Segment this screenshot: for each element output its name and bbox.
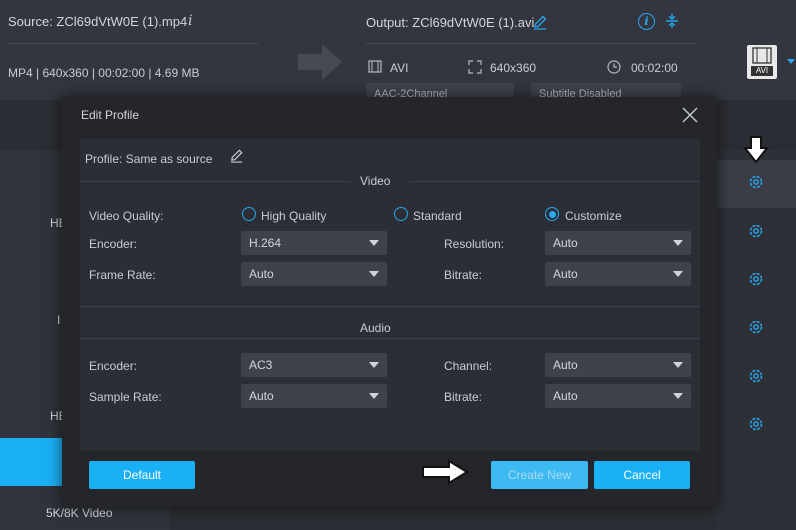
chevron-down-icon <box>673 240 683 246</box>
gear-icon[interactable] <box>747 270 765 288</box>
audio-section-title: Audio <box>360 321 391 335</box>
output-format-button[interactable]: AVI <box>747 45 777 79</box>
audio-encoder-label: Encoder: <box>89 359 138 373</box>
resolution-select[interactable]: Auto <box>545 231 691 255</box>
section-divider <box>80 306 700 307</box>
category-label[interactable]: 5K/8K Video <box>46 506 113 520</box>
dialog-title: Edit Profile <box>81 108 140 122</box>
gear-icon[interactable] <box>747 173 765 191</box>
audio-bitrate-select[interactable]: Auto <box>545 384 691 408</box>
arrow-right-icon <box>422 459 469 485</box>
chevron-down-icon <box>369 393 379 399</box>
frame-rate-select[interactable]: Auto <box>241 262 387 286</box>
chevron-down-icon <box>673 393 683 399</box>
sample-rate-value: Auto <box>249 389 274 403</box>
chevron-down-icon <box>369 240 379 246</box>
gear-icon[interactable] <box>747 318 765 336</box>
gear-icon[interactable] <box>747 367 765 385</box>
audio-bitrate-label: Bitrate: <box>444 390 483 404</box>
audio-encoder-select[interactable]: AC3 <box>241 353 387 377</box>
selected-category-highlight[interactable] <box>0 438 62 486</box>
audio-divider <box>80 338 700 339</box>
default-button[interactable]: Default <box>89 461 195 489</box>
info-icon[interactable]: i <box>188 13 192 29</box>
output-resolution: 640x360 <box>490 61 537 75</box>
resolution-label: Resolution: <box>444 237 505 251</box>
film-icon <box>368 60 382 73</box>
cancel-button[interactable]: Cancel <box>594 461 690 489</box>
compress-icon[interactable] <box>664 13 680 29</box>
output-info-icon[interactable]: i <box>638 13 655 30</box>
quality-high-radio[interactable] <box>242 207 256 221</box>
resolution-value: Auto <box>553 236 578 250</box>
video-encoder-value: H.264 <box>249 236 282 250</box>
video-encoder-select[interactable]: H.264 <box>241 231 387 255</box>
profile-name: Profile: Same as source <box>85 152 212 166</box>
quality-standard-radio[interactable] <box>394 207 408 221</box>
output-format: AVI <box>390 61 409 75</box>
channel-label: Channel: <box>444 359 493 373</box>
output-divider <box>366 43 696 44</box>
frame-rate-value: Auto <box>249 267 274 281</box>
close-icon[interactable] <box>681 106 699 124</box>
format-badge-label: AVI <box>755 66 769 75</box>
gear-icon[interactable] <box>747 222 765 240</box>
sample-rate-label: Sample Rate: <box>89 390 162 404</box>
output-filename: Output: ZCl69dVtW0E (1).avi <box>366 15 535 30</box>
video-bitrate-select[interactable]: Auto <box>545 262 691 286</box>
video-quality-label: Video Quality: <box>89 209 164 223</box>
video-encoder-label: Encoder: <box>89 237 138 251</box>
category-label[interactable]: I <box>57 313 60 327</box>
clock-icon <box>607 60 621 74</box>
edit-profile-dialog: Edit Profile Profile: Same as source Vid… <box>62 97 717 507</box>
quality-customize-radio[interactable] <box>545 207 559 221</box>
audio-bitrate-value: Auto <box>553 389 578 403</box>
chevron-down-icon <box>369 271 379 277</box>
chevron-down-icon <box>673 362 683 368</box>
profile-label: Profile: <box>85 152 123 166</box>
quality-high-label[interactable]: High Quality <box>261 209 326 223</box>
video-bitrate-value: Auto <box>553 267 578 281</box>
source-divider <box>8 43 258 44</box>
format-dropdown-arrow-icon[interactable] <box>787 59 795 64</box>
output-duration: 00:02:00 <box>631 61 678 75</box>
quality-customize-label[interactable]: Customize <box>565 209 622 223</box>
edit-output-name-icon[interactable] <box>532 14 548 30</box>
video-divider-left <box>80 181 350 182</box>
create-new-button[interactable]: Create New <box>491 461 588 489</box>
convert-arrow-icon <box>298 44 342 80</box>
gear-icon[interactable] <box>747 415 765 433</box>
resize-icon <box>468 60 482 74</box>
quality-standard-label[interactable]: Standard <box>413 209 462 223</box>
arrow-down-icon <box>743 136 769 164</box>
profile-value: Same as source <box>125 152 213 166</box>
video-divider-right <box>410 181 700 182</box>
profile-settings-panel: Profile: Same as source Video Video Qual… <box>80 139 700 451</box>
chevron-down-icon <box>369 362 379 368</box>
video-bitrate-label: Bitrate: <box>444 268 483 282</box>
chevron-down-icon <box>673 271 683 277</box>
channel-value: Auto <box>553 358 578 372</box>
source-filename: Source: ZCl69dVtW0E (1).mp4 <box>8 14 188 29</box>
channel-select[interactable]: Auto <box>545 353 691 377</box>
sample-rate-select[interactable]: Auto <box>241 384 387 408</box>
audio-encoder-value: AC3 <box>249 358 273 372</box>
source-metadata: MP4 | 640x360 | 00:02:00 | 4.69 MB <box>8 66 200 80</box>
video-section-title: Video <box>360 174 391 188</box>
frame-rate-label: Frame Rate: <box>89 268 156 282</box>
edit-profile-name-icon[interactable] <box>229 148 244 163</box>
